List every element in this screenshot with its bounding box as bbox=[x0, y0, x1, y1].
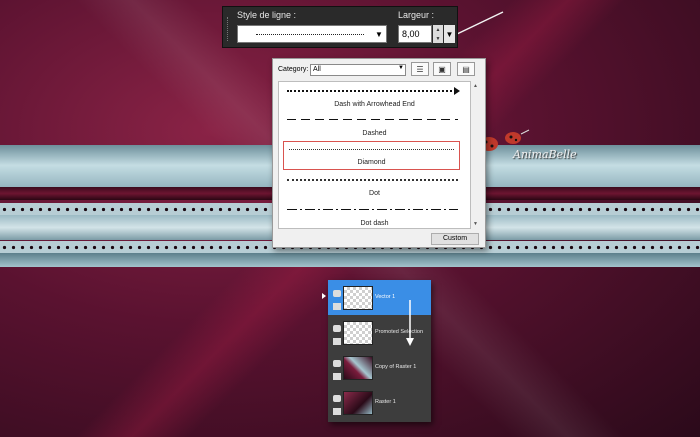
layer-name: Vector 1 bbox=[375, 294, 396, 300]
line-style-list[interactable]: Dash with Arrowhead End Dashed Diamond D… bbox=[278, 81, 471, 229]
line-style-toolbar: Style de ligne : ▼ Largeur : 8,00 ▲ ▼ ▼ bbox=[222, 6, 458, 48]
visibility-icon[interactable] bbox=[333, 360, 341, 367]
category-label: Category: bbox=[278, 66, 309, 73]
list-item-label: Dashed bbox=[362, 130, 387, 137]
dot-pattern bbox=[287, 179, 458, 181]
diamond-pattern bbox=[289, 149, 454, 150]
list-item[interactable]: Dot bbox=[279, 172, 470, 200]
line-style-preview bbox=[256, 34, 364, 35]
layer-name: Copy of Raster 1 bbox=[375, 364, 417, 370]
layer-row[interactable]: Copy of Raster 1 bbox=[328, 350, 431, 385]
line-style-dropdown: Category: All ▼ ☰ ▣ ▤ Dash with Arrowhea… bbox=[272, 58, 486, 248]
grip-handle[interactable] bbox=[227, 17, 231, 41]
list-item-selected[interactable]: Diamond bbox=[283, 141, 460, 170]
spin-down-icon[interactable]: ▼ bbox=[436, 36, 441, 42]
chevron-down-icon: ▼ bbox=[398, 65, 404, 71]
scroll-up-icon[interactable]: ▲ bbox=[473, 83, 478, 89]
list-item-label: Dot dash bbox=[360, 220, 389, 227]
category-value: All bbox=[313, 66, 321, 73]
dot-dash-pattern bbox=[287, 209, 458, 210]
list-item-label: Dot bbox=[369, 190, 380, 197]
category-select[interactable]: All ▼ bbox=[310, 64, 406, 76]
layer-thumbnail bbox=[343, 356, 373, 380]
watermark-text: AnimaBelle bbox=[513, 148, 577, 161]
watermark-logo: AnimaBelle bbox=[475, 128, 577, 173]
view-details-button[interactable]: ▤ bbox=[457, 62, 475, 76]
visibility-icon[interactable] bbox=[333, 325, 341, 332]
list-item[interactable]: Dash with Arrowhead End bbox=[279, 82, 470, 110]
custom-button[interactable]: Custom bbox=[431, 233, 479, 245]
width-label: Largeur : bbox=[398, 10, 435, 20]
layer-thumbnail bbox=[343, 286, 373, 310]
line-style-label: Style de ligne : bbox=[237, 10, 297, 20]
view-thumbnail-button[interactable]: ▣ bbox=[433, 62, 451, 76]
list-scrollbar[interactable]: ▲ ▼ bbox=[471, 81, 481, 229]
layers-palette: Vector 1 Promoted Selection Copy of Rast… bbox=[322, 280, 431, 422]
scroll-down-icon[interactable]: ▼ bbox=[473, 221, 478, 227]
chevron-down-icon[interactable]: ▼ bbox=[372, 26, 386, 42]
light-band-bottom bbox=[0, 253, 700, 267]
dashed-pattern bbox=[287, 119, 458, 120]
spin-up-icon[interactable]: ▲ bbox=[436, 27, 441, 33]
visibility-icon[interactable] bbox=[333, 395, 341, 402]
visibility-icon[interactable] bbox=[333, 290, 341, 297]
list-item-label: Diamond bbox=[357, 159, 386, 166]
layer-row[interactable]: Raster 1 bbox=[328, 385, 431, 420]
list-item[interactable]: Dot dash bbox=[279, 201, 470, 228]
layer-thumbnail bbox=[343, 321, 373, 345]
layer-name: Raster 1 bbox=[375, 399, 396, 405]
chevron-down-icon: ▼ bbox=[445, 29, 454, 39]
lock-icon[interactable] bbox=[333, 338, 341, 345]
width-dropdown-button[interactable]: ▼ bbox=[444, 25, 455, 43]
list-item-label: Dash with Arrowhead End bbox=[334, 101, 415, 108]
lock-icon[interactable] bbox=[333, 373, 341, 380]
width-input[interactable]: 8,00 bbox=[398, 25, 432, 43]
list-view-icon: ☰ bbox=[416, 64, 424, 74]
line-style-select[interactable]: ▼ bbox=[237, 25, 387, 43]
layer-thumbnail bbox=[343, 391, 373, 415]
details-icon: ▤ bbox=[462, 64, 470, 74]
view-list-button[interactable]: ☰ bbox=[411, 62, 429, 76]
width-spinner[interactable]: ▲ ▼ bbox=[433, 25, 443, 43]
lock-icon[interactable] bbox=[333, 303, 341, 310]
thumbnail-icon: ▣ bbox=[438, 64, 446, 74]
annotation-line bbox=[456, 11, 504, 35]
dash-arrow-pattern bbox=[287, 90, 452, 92]
list-item[interactable]: Dashed bbox=[279, 111, 470, 139]
down-arrow-annotation bbox=[406, 300, 414, 346]
arrowhead-icon bbox=[454, 87, 460, 95]
lock-icon[interactable] bbox=[333, 408, 341, 415]
active-layer-arrow-icon bbox=[322, 293, 326, 299]
